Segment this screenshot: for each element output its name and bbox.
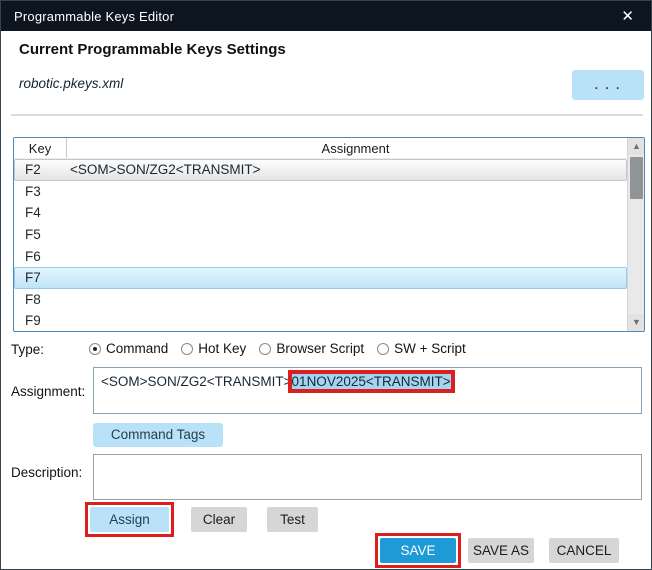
table-row[interactable]: F7 <box>14 267 627 289</box>
list-header: Key Assignment <box>14 138 644 159</box>
table-row[interactable]: F4 <box>14 202 627 224</box>
test-button[interactable]: Test <box>267 507 318 532</box>
section-title: Current Programmable Keys Settings <box>19 41 286 58</box>
browse-file-button[interactable]: . . . <box>572 70 644 100</box>
key-cell: F5 <box>15 227 58 242</box>
current-file-name: robotic.pkeys.xml <box>19 76 123 91</box>
type-option-hot-key[interactable]: Hot Key <box>181 341 246 356</box>
programmable-keys-editor-dialog: Programmable Keys Editor ✕ Current Progr… <box>0 0 652 570</box>
radio-label: Command <box>106 341 168 356</box>
radio-button-icon[interactable] <box>181 343 193 355</box>
key-column-header: Key <box>14 138 67 158</box>
horizontal-divider <box>11 114 643 116</box>
key-assignment-list[interactable]: Key Assignment F2<SOM>SON/ZG2<TRANSMIT>F… <box>13 137 645 332</box>
key-cell: F4 <box>15 205 58 220</box>
assignment-text-selected: 01NOV2025<TRANSMIT> <box>292 374 451 389</box>
save-button[interactable]: SAVE <box>380 538 456 563</box>
type-radio-group: Command Hot Key Browser Script SW + Script <box>89 341 466 356</box>
radio-button-icon[interactable] <box>377 343 389 355</box>
key-cell: F8 <box>15 292 58 307</box>
assignment-label: Assignment: <box>11 384 85 399</box>
table-row[interactable]: F6 <box>14 245 627 267</box>
assignment-input[interactable]: <SOM>SON/ZG2<TRANSMIT>01NOV2025<TRANSMIT… <box>93 367 642 414</box>
assignment-text-plain: <SOM>SON/ZG2<TRANSMIT> <box>101 374 292 389</box>
radio-button-icon[interactable] <box>89 343 101 355</box>
description-label: Description: <box>11 465 82 480</box>
table-row[interactable]: F8 <box>14 289 627 311</box>
radio-label: Browser Script <box>276 341 364 356</box>
window-title: Programmable Keys Editor <box>14 9 174 24</box>
save-highlight-annotation: SAVE <box>375 533 461 568</box>
radio-button-icon[interactable] <box>259 343 271 355</box>
command-tags-button[interactable]: Command Tags <box>93 423 223 447</box>
clear-button[interactable]: Clear <box>191 507 247 532</box>
key-cell: F3 <box>15 184 58 199</box>
cancel-button[interactable]: CANCEL <box>549 538 619 563</box>
table-row[interactable]: F5 <box>14 224 627 246</box>
scroll-up-icon[interactable]: ▲ <box>628 138 645 155</box>
save-as-button[interactable]: SAVE AS <box>468 538 534 563</box>
type-option-command[interactable]: Command <box>89 341 168 356</box>
assign-highlight-annotation: Assign <box>85 502 174 537</box>
type-option-sw-script[interactable]: SW + Script <box>377 341 466 356</box>
description-input[interactable] <box>93 454 642 500</box>
assignment-column-header: Assignment <box>67 138 644 158</box>
scroll-down-icon[interactable]: ▼ <box>628 314 645 331</box>
radio-label: Hot Key <box>198 341 246 356</box>
type-label: Type: <box>11 342 44 357</box>
list-rows: F2<SOM>SON/ZG2<TRANSMIT>F3F4F5F6F7F8F9 <box>14 159 627 331</box>
table-row[interactable]: F2<SOM>SON/ZG2<TRANSMIT> <box>14 159 627 181</box>
table-row[interactable]: F3 <box>14 181 627 203</box>
type-option-browser-script[interactable]: Browser Script <box>259 341 364 356</box>
key-cell: F7 <box>15 270 58 285</box>
scrollbar-thumb[interactable] <box>630 157 643 199</box>
table-row[interactable]: F9 <box>14 310 627 332</box>
assignment-cell: <SOM>SON/ZG2<TRANSMIT> <box>58 162 626 177</box>
assign-button[interactable]: Assign <box>90 507 169 532</box>
key-cell: F9 <box>15 313 58 328</box>
close-icon[interactable]: ✕ <box>615 7 640 26</box>
radio-label: SW + Script <box>394 341 466 356</box>
key-cell: F2 <box>15 162 58 177</box>
key-cell: F6 <box>15 249 58 264</box>
vertical-scrollbar[interactable]: ▲ ▼ <box>627 138 644 331</box>
title-bar: Programmable Keys Editor ✕ <box>1 1 652 31</box>
